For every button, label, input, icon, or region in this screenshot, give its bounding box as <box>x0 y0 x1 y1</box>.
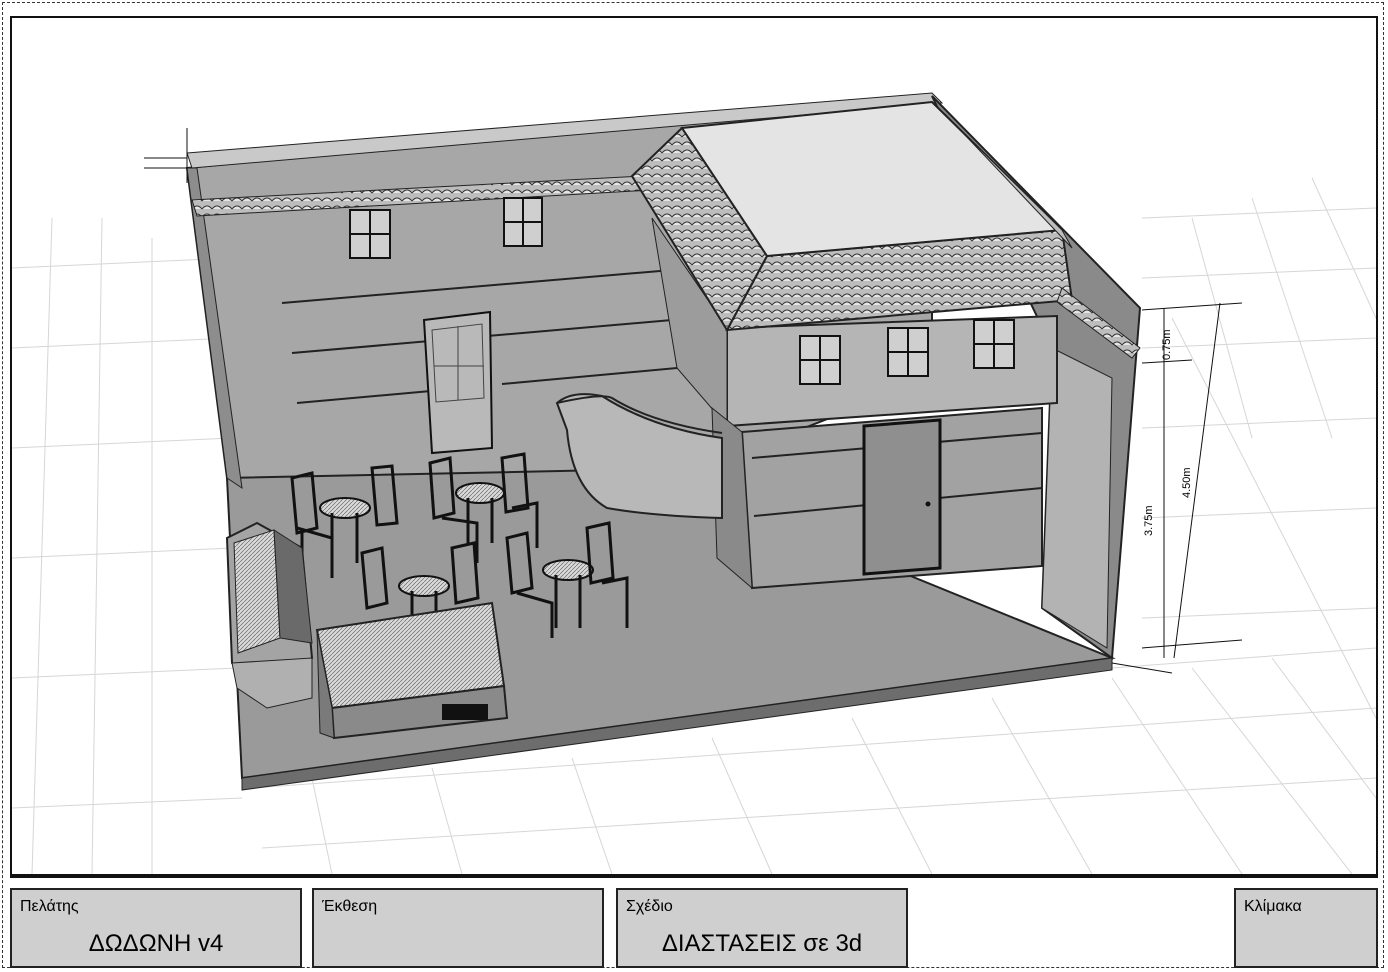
house-door <box>862 418 942 576</box>
house-window-3 <box>973 319 1015 369</box>
dim-label-top: 0.75m <box>1161 329 1173 360</box>
title-block: Πελάτης ΔΩΔΩΝΗ v4 Έκθεση Σχέδιο ΔΙΑΣΤΑΣΕ… <box>10 876 1378 970</box>
drawing-value: ΔΙΑΣΤΑΣΕΙΣ σε 3d <box>661 930 863 957</box>
scale-field: Κλίμακα <box>1234 888 1378 968</box>
3d-viewport[interactable]: 0.75m 4.50m 3.75m <box>10 16 1378 876</box>
dim-label-total: 4.50m <box>1181 467 1193 498</box>
house-window-1 <box>799 335 841 385</box>
back-window-right <box>503 197 543 247</box>
exhibition-field: Έκθεση <box>312 888 604 968</box>
dim-label-lower: 3.75m <box>1143 505 1155 536</box>
drawing-label: Σχέδιο <box>626 898 673 915</box>
client-label: Πελάτης <box>20 898 79 915</box>
back-door <box>422 310 494 455</box>
scale-label: Κλίμακα <box>1244 898 1302 915</box>
back-window-left <box>349 209 391 259</box>
client-field: Πελάτης ΔΩΔΩΝΗ v4 <box>10 888 302 968</box>
3d-scene[interactable]: 0.75m 4.50m 3.75m <box>12 18 1376 874</box>
house-window-2 <box>887 327 929 377</box>
drawing-field: Σχέδιο ΔΙΑΣΤΑΣΕΙΣ σε 3d <box>616 888 908 968</box>
display-fridge-left <box>225 521 314 709</box>
client-value: ΔΩΔΩΝΗ v4 <box>88 930 224 957</box>
exhibition-label: Έκθεση <box>322 898 378 915</box>
